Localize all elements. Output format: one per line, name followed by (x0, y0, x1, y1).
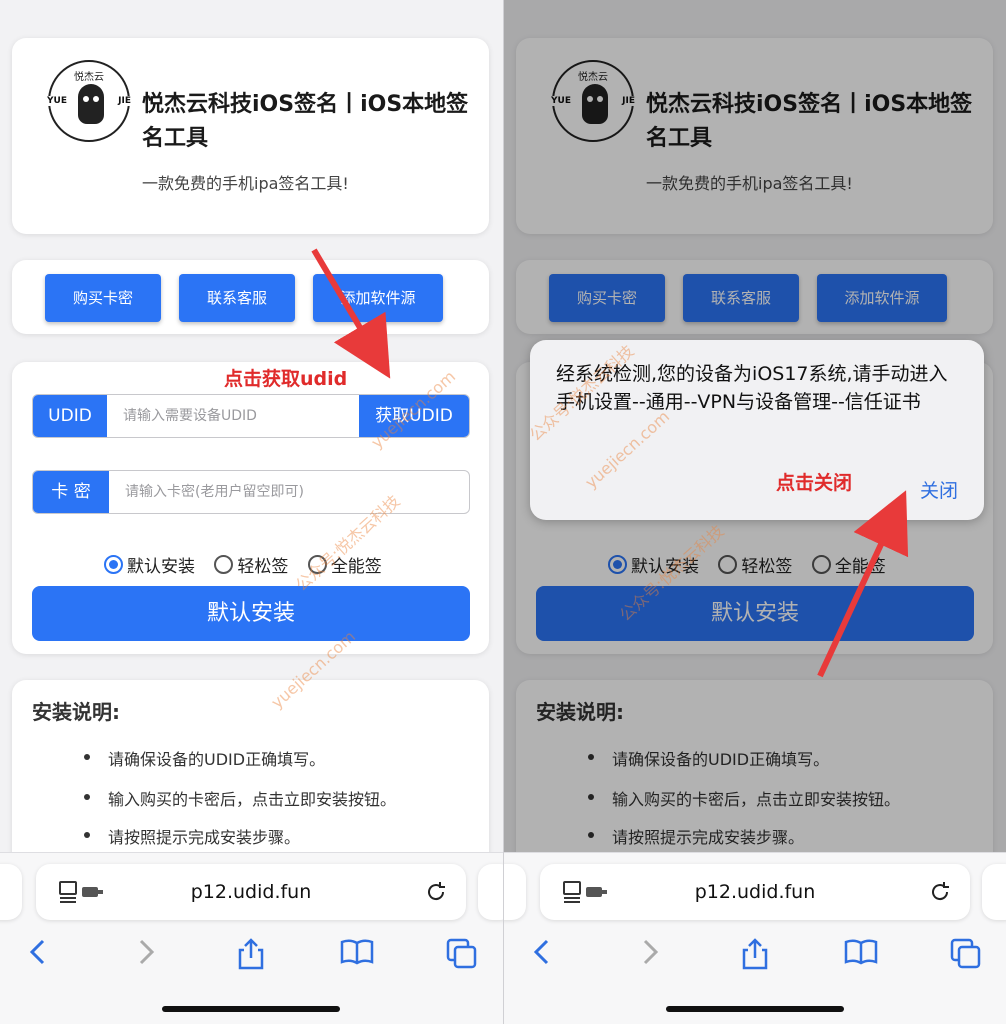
share-icon[interactable] (236, 938, 266, 970)
address-bar[interactable]: p12.udid.fun (36, 864, 466, 920)
annotation-arrow (311, 248, 391, 379)
share-icon[interactable] (740, 938, 770, 970)
prev-tab[interactable] (504, 864, 526, 920)
url-text: p12.udid.fun (190, 881, 312, 903)
right-screenshot: 悦杰云 YUE JIE 悦杰云科技iOS签名丨iOS本地签名工具 一款免费的手机… (503, 0, 1006, 1024)
bookmarks-icon[interactable] (340, 938, 374, 966)
forward-icon[interactable] (638, 938, 662, 966)
left-screenshot: 悦杰云 YUE JIE 悦杰云科技iOS签名丨iOS本地签名工具 一款免费的手机… (0, 0, 503, 1024)
next-tab[interactable] (982, 864, 1006, 920)
next-tab[interactable] (478, 864, 503, 920)
annotation-arrow (817, 490, 909, 678)
bookmarks-icon[interactable] (844, 938, 878, 966)
tabs-icon[interactable] (950, 938, 982, 970)
back-icon[interactable] (26, 938, 50, 966)
back-icon[interactable] (530, 938, 554, 966)
tabs-icon[interactable] (446, 938, 478, 970)
address-bar[interactable]: p12.udid.fun (540, 864, 970, 920)
prev-tab[interactable] (0, 864, 22, 920)
home-indicator (666, 1006, 844, 1012)
home-indicator (162, 1006, 340, 1012)
reload-icon[interactable] (928, 880, 952, 904)
url-text: p12.udid.fun (694, 881, 816, 903)
reload-icon[interactable] (424, 880, 448, 904)
forward-icon[interactable] (134, 938, 158, 966)
